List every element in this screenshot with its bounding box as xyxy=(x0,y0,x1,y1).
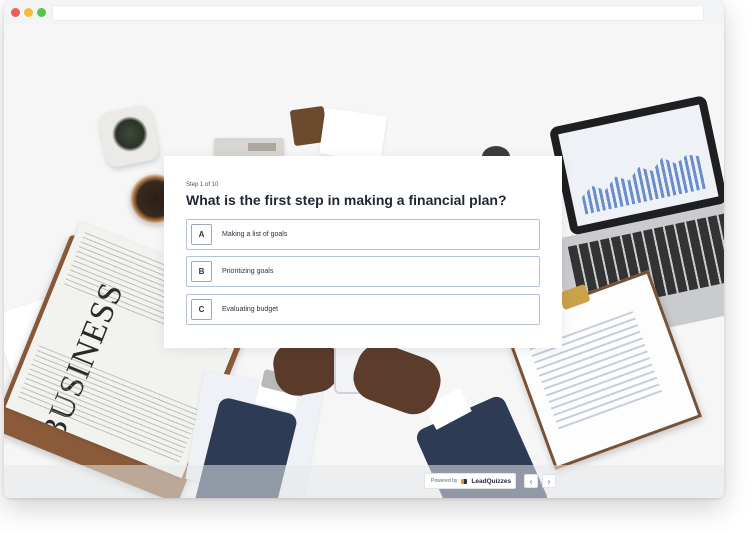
minimize-window-button[interactable] xyxy=(24,8,33,17)
powered-by-text: Powered by xyxy=(431,478,458,484)
option-letter-badge: C xyxy=(191,299,212,320)
question-title: What is the first step in making a finan… xyxy=(186,192,507,208)
answer-option-a[interactable]: A Making a list of goals xyxy=(186,219,540,250)
quiz-card: Step 1 of 10 What is the first step in m… xyxy=(164,156,562,348)
next-question-button[interactable]: › xyxy=(542,474,556,488)
calculator-image xyxy=(214,138,284,158)
succulent-leaves-image xyxy=(112,116,148,152)
browser-titlebar xyxy=(4,0,724,25)
option-label: Prioritizing goals xyxy=(222,268,274,275)
chevron-left-icon: ‹ xyxy=(529,476,533,486)
quiz-footer xyxy=(4,465,724,498)
maximize-window-button[interactable] xyxy=(37,8,46,17)
answer-option-b[interactable]: B Prioritizing goals xyxy=(186,256,540,287)
option-label: Making a list of goals xyxy=(222,231,288,238)
address-bar[interactable] xyxy=(52,5,704,21)
option-letter-badge: B xyxy=(191,261,212,282)
close-window-button[interactable] xyxy=(11,8,20,17)
powered-by-badge[interactable]: Powered by LeadQuizzes xyxy=(424,473,516,489)
previous-question-button[interactable]: ‹ xyxy=(524,474,538,488)
option-letter-badge: A xyxy=(191,224,212,245)
laptop-chart-image xyxy=(576,146,706,215)
quiz-page: BUSINESS Step 1 of 10 What is the first … xyxy=(4,24,724,498)
browser-window: BUSINESS Step 1 of 10 What is the first … xyxy=(4,0,724,498)
chevron-right-icon: › xyxy=(547,476,551,486)
leadquizzes-logo-icon xyxy=(461,478,468,484)
option-label: Evaluating budget xyxy=(222,306,279,313)
answer-option-c[interactable]: C Evaluating budget xyxy=(186,294,540,325)
step-indicator: Step 1 of 10 xyxy=(186,182,219,188)
paper-note-image xyxy=(319,107,387,163)
leadquizzes-brand: LeadQuizzes xyxy=(471,477,512,485)
